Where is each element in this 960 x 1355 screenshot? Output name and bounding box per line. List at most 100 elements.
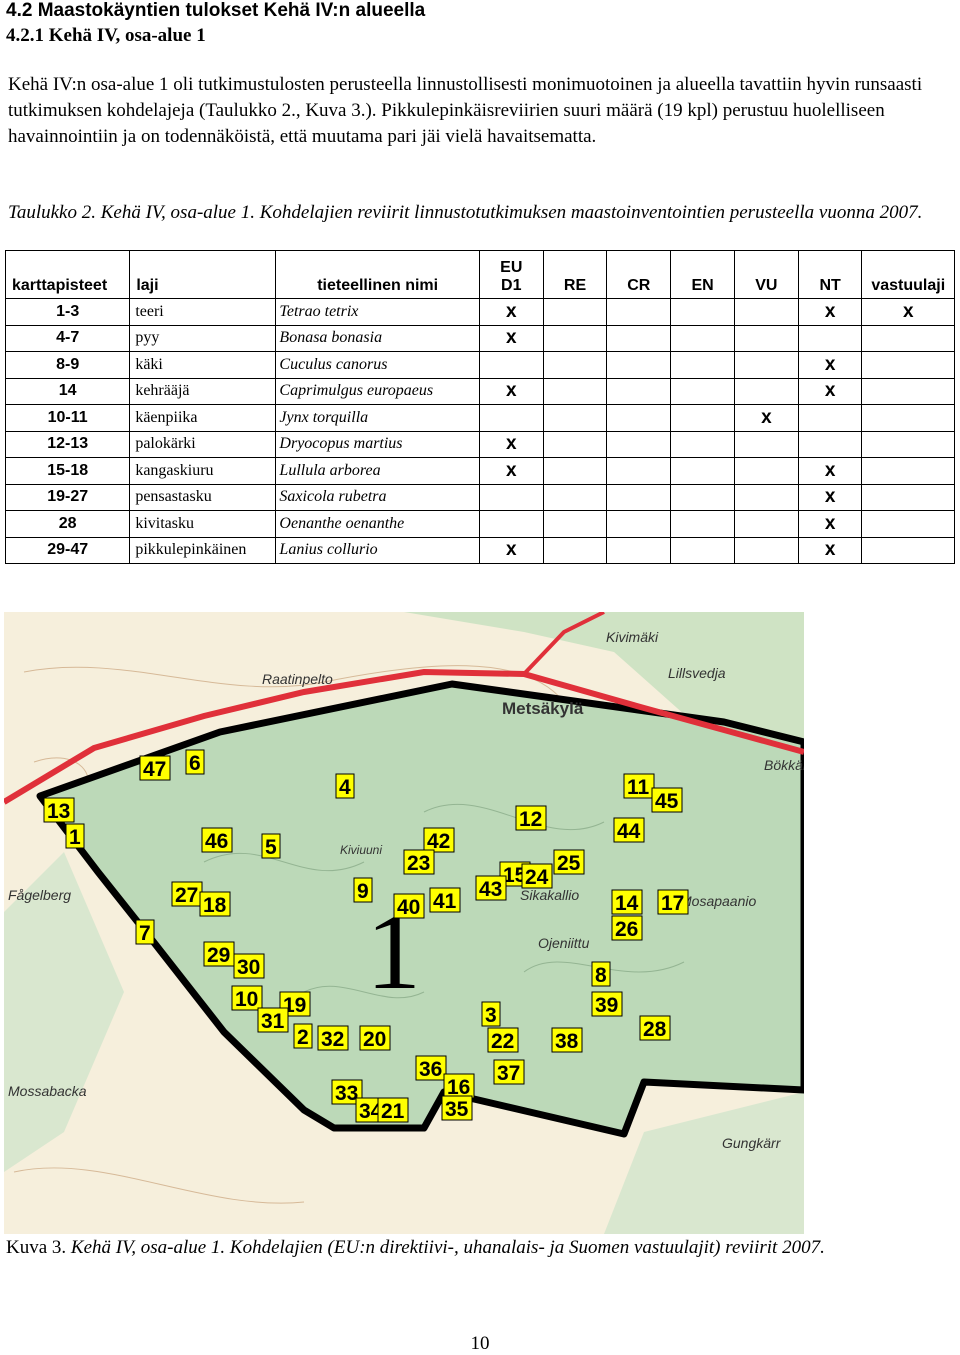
- col-header-responsibility: vastuulaji: [861, 250, 955, 299]
- page-number: 10: [470, 1333, 490, 1354]
- cell-en: [670, 377, 735, 405]
- place-label: Metsäkylä: [502, 699, 584, 718]
- territory-marker: 44: [613, 817, 645, 843]
- cell-cr: [606, 298, 672, 326]
- place-label: Fågelberg: [8, 887, 71, 903]
- territory-marker: 10: [231, 985, 263, 1011]
- cell-points: 15-18: [4, 457, 131, 485]
- territory-marker: 43: [475, 875, 507, 901]
- place-label: Ojeniittu: [538, 935, 590, 951]
- cell-re: [542, 483, 608, 511]
- marker-label: 26: [615, 918, 638, 941]
- marker-label: 27: [175, 884, 198, 907]
- cell-responsibility: [861, 377, 955, 405]
- col-header-en: EN: [670, 250, 735, 299]
- eu-top-label: EU: [500, 259, 523, 276]
- cell-eu: [478, 483, 544, 511]
- cell-en: [670, 351, 735, 379]
- territory-marker: 6: [185, 749, 205, 775]
- cell-scientific: Lanius collurio: [275, 536, 480, 564]
- territory-marker: 5: [261, 833, 281, 859]
- cell-vu: [733, 430, 799, 458]
- cell-cr: [606, 483, 672, 511]
- territory-marker: 37: [493, 1059, 525, 1085]
- cell-eu: [478, 404, 544, 432]
- territory-marker: 8: [591, 961, 611, 987]
- marker-label: 20: [363, 1028, 386, 1051]
- cell-re: [542, 324, 608, 352]
- cell-cr: [606, 510, 672, 538]
- cell-species: käki: [129, 351, 277, 379]
- territory-marker: 4: [335, 773, 355, 799]
- cell-re: [542, 404, 608, 432]
- marker-label: 29: [207, 944, 230, 967]
- cell-scientific: Bonasa bonasia: [275, 324, 480, 352]
- marker-label: 10: [235, 988, 258, 1011]
- cell-responsibility: [861, 510, 955, 538]
- cell-species: pikkulepinkäinen: [129, 536, 277, 564]
- cell-cr: [606, 430, 672, 458]
- cell-re: [542, 457, 608, 485]
- marker-label: 43: [479, 878, 502, 901]
- cell-eu: x: [478, 536, 544, 564]
- cell-nt: x: [797, 510, 863, 538]
- territory-marker: 25: [553, 849, 585, 875]
- cell-vu: [733, 457, 799, 485]
- territory-marker: 13: [43, 797, 75, 823]
- territory-marker: 26: [611, 915, 643, 941]
- territory-marker: 32: [317, 1025, 349, 1051]
- cell-eu: [478, 510, 544, 538]
- territory-marker: 2: [293, 1023, 313, 1049]
- marker-label: 22: [491, 1030, 514, 1053]
- cell-en: [670, 510, 735, 538]
- figure-caption-prefix: Kuva 3.: [6, 1237, 71, 1258]
- cell-re: [542, 351, 608, 379]
- cell-species: kangaskiuru: [129, 457, 277, 485]
- cell-points: 14: [4, 377, 131, 405]
- cell-en: [670, 457, 735, 485]
- cell-nt: x: [797, 457, 863, 485]
- territory-marker: 21: [377, 1097, 409, 1123]
- cell-re: [542, 298, 608, 326]
- marker-label: 8: [595, 964, 607, 987]
- subsection-heading: 4.2.1 Kehä IV, osa-alue 1: [6, 25, 206, 46]
- cell-nt: [797, 404, 863, 432]
- cell-cr: [606, 351, 672, 379]
- territory-marker: 7: [135, 919, 155, 945]
- cell-nt: x: [797, 377, 863, 405]
- species-table: karttapisteet laji tieteellinen nimi EU D…: [4, 250, 955, 564]
- cell-cr: [606, 536, 672, 564]
- section-heading: 4.2 Maastokäyntien tulokset Kehä IV:n al…: [6, 0, 426, 21]
- place-label: Raatinpelto: [262, 671, 333, 687]
- cell-vu: [733, 377, 799, 405]
- territory-marker: 31: [257, 1007, 289, 1033]
- cell-scientific: Tetrao tetrix: [275, 298, 480, 326]
- col-header-nt: NT: [797, 250, 863, 299]
- marker-label: 12: [519, 808, 542, 831]
- marker-label: 24: [525, 866, 549, 889]
- cell-scientific: Lullula arborea: [275, 457, 480, 485]
- eu-bottom-label: D1: [501, 277, 522, 294]
- territory-marker: 28: [639, 1015, 671, 1041]
- col-header-cr: CR: [606, 250, 672, 299]
- territory-marker: 39: [591, 991, 623, 1017]
- table-row: 8-9 käki Cuculus canorus x: [4, 351, 955, 379]
- cell-eu: x: [478, 457, 544, 485]
- table-row: 12-13 palokärki Dryocopus martius x: [4, 430, 955, 458]
- territory-marker: 47: [139, 755, 171, 781]
- marker-label: 41: [433, 890, 457, 913]
- cell-en: [670, 536, 735, 564]
- cell-vu: [733, 536, 799, 564]
- cell-scientific: Saxicola rubetra: [275, 483, 480, 511]
- marker-label: 30: [237, 956, 260, 979]
- place-label: Kivimäki: [606, 629, 659, 645]
- figure-caption-text: Kehä IV, osa-alue 1. Kohdelajien (EU:n d…: [70, 1237, 825, 1258]
- place-label: Lillsvedja: [668, 665, 726, 681]
- cell-responsibility: x: [861, 298, 955, 326]
- marker-label: 4: [339, 776, 351, 799]
- territory-marker: 14: [611, 889, 643, 915]
- marker-label: 31: [261, 1010, 285, 1033]
- table-caption: Taulukko 2. Kehä IV, osa-alue 1. Kohdela…: [8, 202, 923, 223]
- cell-responsibility: [861, 536, 955, 564]
- cell-points: 28: [4, 510, 131, 538]
